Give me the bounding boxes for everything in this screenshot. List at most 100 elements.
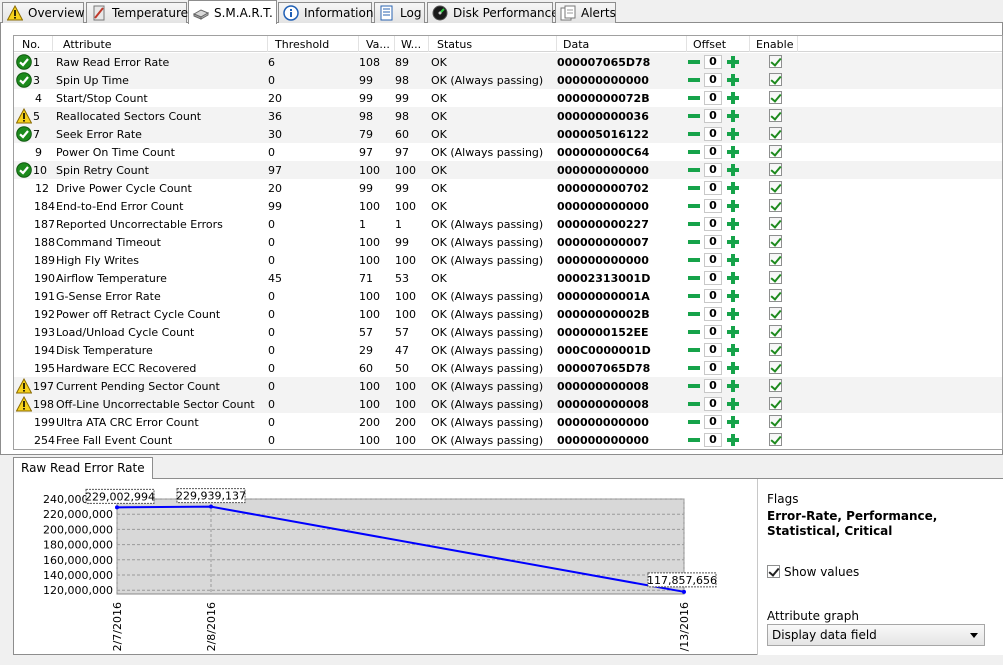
tab-disk-performance[interactable]: Disk Performance	[427, 2, 559, 23]
minus-icon[interactable]	[687, 342, 701, 358]
minus-icon[interactable]	[687, 54, 701, 70]
table-row[interactable]: 3 Spin Up Time 0 99 98 OK (Always passing) 000…	[14, 71, 1002, 89]
minus-icon[interactable]	[687, 306, 701, 322]
plus-icon[interactable]	[726, 72, 740, 88]
minus-icon[interactable]	[687, 90, 701, 106]
plus-icon[interactable]	[726, 306, 740, 322]
offset-input[interactable]: 0	[704, 235, 722, 249]
minus-icon[interactable]	[687, 270, 701, 286]
enable-checkbox[interactable]	[769, 73, 782, 86]
minus-icon[interactable]	[687, 126, 701, 142]
header-no[interactable]: No.	[22, 38, 40, 51]
header-offset[interactable]: Offset	[693, 38, 726, 51]
minus-icon[interactable]	[687, 288, 701, 304]
offset-input[interactable]: 0	[704, 91, 722, 105]
minus-icon[interactable]	[687, 198, 701, 214]
minus-icon[interactable]	[687, 396, 701, 412]
header-attribute[interactable]: Attribute	[63, 38, 112, 51]
show-values-checkbox[interactable]	[767, 565, 780, 578]
minus-icon[interactable]	[687, 252, 701, 268]
minus-icon[interactable]	[687, 324, 701, 340]
offset-input[interactable]: 0	[704, 433, 722, 447]
table-row[interactable]: 199 Ultra ATA CRC Error Count 0 200 200 OK (A…	[14, 413, 1002, 431]
table-row[interactable]: 187 Reported Uncorrectable Errors 0 1 1 OK (A…	[14, 215, 1002, 233]
tab-alerts[interactable]: Alerts	[555, 2, 616, 23]
plus-icon[interactable]	[726, 342, 740, 358]
offset-input[interactable]: 0	[704, 325, 722, 339]
table-row[interactable]: 184 End-to-End Error Count 99 100 100 OK 00000…	[14, 197, 1002, 215]
table-row[interactable]: 9 Power On Time Count 0 97 97 OK (Always pass…	[14, 143, 1002, 161]
offset-input[interactable]: 0	[704, 361, 722, 375]
enable-checkbox[interactable]	[769, 379, 782, 392]
header-status[interactable]: Status	[437, 38, 472, 51]
minus-icon[interactable]	[687, 234, 701, 250]
plus-icon[interactable]	[726, 198, 740, 214]
table-row[interactable]: 189 High Fly Writes 0 100 100 OK (Always pass…	[14, 251, 1002, 269]
plus-icon[interactable]	[726, 216, 740, 232]
enable-checkbox[interactable]	[769, 343, 782, 356]
minus-icon[interactable]	[687, 144, 701, 160]
enable-checkbox[interactable]	[769, 91, 782, 104]
header-threshold[interactable]: Threshold	[275, 38, 329, 51]
offset-input[interactable]: 0	[704, 217, 722, 231]
offset-input[interactable]: 0	[704, 271, 722, 285]
attribute-graph-select[interactable]: Display data field	[767, 624, 985, 646]
offset-input[interactable]: 0	[704, 181, 722, 195]
table-row[interactable]: 194 Disk Temperature 0 29 47 OK (Always passi…	[14, 341, 1002, 359]
offset-input[interactable]: 0	[704, 379, 722, 393]
minus-icon[interactable]	[687, 108, 701, 124]
table-row[interactable]: 190 Airflow Temperature 45 71 53 OK 0000231300…	[14, 269, 1002, 287]
plus-icon[interactable]	[726, 324, 740, 340]
plus-icon[interactable]	[726, 108, 740, 124]
enable-checkbox[interactable]	[769, 127, 782, 140]
plus-icon[interactable]	[726, 396, 740, 412]
table-row[interactable]: 198 Off-Line Uncorrectable Sector Count 0 1…	[14, 395, 1002, 413]
plus-icon[interactable]	[726, 144, 740, 160]
enable-checkbox[interactable]	[769, 217, 782, 230]
enable-checkbox[interactable]	[769, 55, 782, 68]
plus-icon[interactable]	[726, 90, 740, 106]
plus-icon[interactable]	[726, 270, 740, 286]
table-row[interactable]: 193 Load/Unload Cycle Count 0 57 57 OK (Alway…	[14, 323, 1002, 341]
plus-icon[interactable]	[726, 252, 740, 268]
enable-checkbox[interactable]	[769, 235, 782, 248]
offset-input[interactable]: 0	[704, 343, 722, 357]
enable-checkbox[interactable]	[769, 199, 782, 212]
table-row[interactable]: 188 Command Timeout 0 100 99 OK (Always passi…	[14, 233, 1002, 251]
offset-input[interactable]: 0	[704, 289, 722, 303]
offset-input[interactable]: 0	[704, 73, 722, 87]
offset-input[interactable]: 0	[704, 127, 722, 141]
enable-checkbox[interactable]	[769, 325, 782, 338]
tab-smart[interactable]: S.M.A.R.T.	[188, 0, 277, 24]
minus-icon[interactable]	[687, 72, 701, 88]
offset-input[interactable]: 0	[704, 109, 722, 123]
table-row[interactable]: 192 Power off Retract Cycle Count 0 100 100 O…	[14, 305, 1002, 323]
offset-input[interactable]: 0	[704, 253, 722, 267]
enable-checkbox[interactable]	[769, 181, 782, 194]
offset-input[interactable]: 0	[704, 55, 722, 69]
offset-input[interactable]: 0	[704, 199, 722, 213]
enable-checkbox[interactable]	[769, 433, 782, 446]
offset-input[interactable]: 0	[704, 397, 722, 411]
tab-raw-read-error-rate[interactable]: Raw Read Error Rate	[13, 457, 153, 479]
plus-icon[interactable]	[726, 288, 740, 304]
minus-icon[interactable]	[687, 414, 701, 430]
offset-input[interactable]: 0	[704, 415, 722, 429]
minus-icon[interactable]	[687, 216, 701, 232]
enable-checkbox[interactable]	[769, 415, 782, 428]
plus-icon[interactable]	[726, 126, 740, 142]
header-data[interactable]: Data	[563, 38, 589, 51]
enable-checkbox[interactable]	[769, 307, 782, 320]
offset-input[interactable]: 0	[704, 307, 722, 321]
table-row[interactable]: 4 Start/Stop Count 20 99 99 OK 00000000072B 0	[14, 89, 1002, 107]
enable-checkbox[interactable]	[769, 289, 782, 302]
header-enable[interactable]: Enable	[756, 38, 793, 51]
enable-checkbox[interactable]	[769, 145, 782, 158]
minus-icon[interactable]	[687, 360, 701, 376]
minus-icon[interactable]	[687, 162, 701, 178]
show-values-label[interactable]: Show values	[784, 565, 859, 579]
table-row[interactable]: 5 Reallocated Sectors Count 36 98 98 OK 000000…	[14, 107, 1002, 125]
plus-icon[interactable]	[726, 414, 740, 430]
plus-icon[interactable]	[726, 234, 740, 250]
enable-checkbox[interactable]	[769, 397, 782, 410]
